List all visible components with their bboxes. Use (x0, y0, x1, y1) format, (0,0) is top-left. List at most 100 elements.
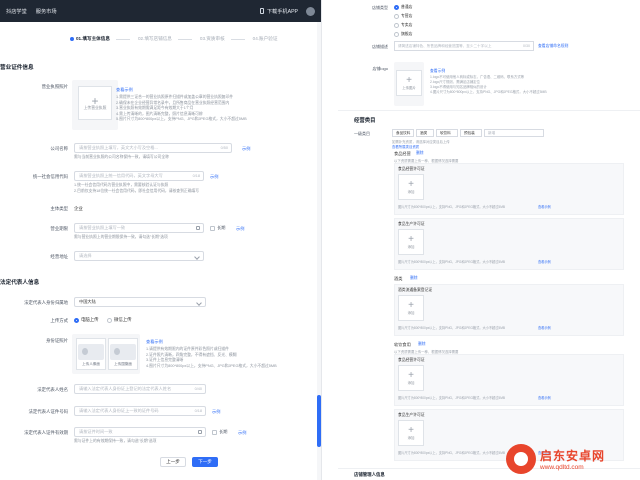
store-desc-input[interactable]: 请简述店铺特色、所售品牌和经营范围等，至少二十字以上 0/30 (394, 41, 534, 51)
qual-upload-button[interactable]: + 添加 (398, 420, 424, 446)
legal-name-label: 法定代表人姓名 (37, 387, 68, 392)
company-hint: 需与当前营业执照的公司名称保持一致，请填写公司全称 (74, 155, 169, 159)
store-info-form: 店铺类型 普通店 专营店 专卖店 旗舰店 店铺描述 请简述店铺特色、所售品牌和经… (338, 0, 640, 480)
period-hint: 需与营业执照上的营业期限保持一致，请勾选"长期"选项 (74, 235, 168, 239)
period-example-link[interactable]: 示例 (236, 226, 244, 232)
category-select-1[interactable]: 食品饮料 (392, 129, 414, 137)
license-photo-label: 营业执照照片 (41, 84, 68, 89)
category-select-4[interactable]: 预包装 (460, 129, 482, 137)
qual-example-link[interactable]: 查看示例 (538, 204, 551, 209)
checkbox-icon (210, 225, 215, 231)
scrollbar-thumb[interactable] (317, 395, 321, 447)
company-example-link[interactable]: 示例 (242, 146, 250, 152)
address-select[interactable]: 请选择 (74, 251, 204, 261)
group2-title: 酒类 (394, 276, 403, 281)
radio-icon (394, 32, 399, 37)
store-type-specialty-radio[interactable]: 专营店 (394, 14, 412, 19)
watermark-text: 启东安卓网 www.qdltd.com (540, 447, 605, 471)
qual-note: 图片尺寸为800*800px以上，支持PNG、JPG和JPEG格式，大小不超过5… (398, 260, 505, 264)
category-qual-link[interactable]: 查看所属类目资质 (392, 144, 419, 149)
prev-step-button[interactable]: 上一步 (160, 457, 186, 467)
radio-icon (394, 23, 399, 28)
store-type-exclusive-radio[interactable]: 专卖店 (394, 23, 412, 28)
logo-upload-button[interactable]: + 上传图片 (396, 70, 422, 96)
store-naming-rules-link[interactable]: 查看店铺命名规则 (538, 44, 568, 49)
site-watermark: 启东安卓网 www.qdltd.com (506, 440, 638, 478)
qual-note: 图片尺寸为800*800px以上，支持PNG、JPG和JPEG格式，大小不超过5… (398, 326, 505, 330)
category-select-2[interactable]: 酒类 (416, 129, 434, 137)
legal-section-title: 法定代表人信息 (0, 280, 40, 286)
legal-validity-input[interactable]: 请按证件时间一致 (74, 427, 206, 437)
logo-rules: 1.logo不可使用他人商标或标志，广告语、二维码、联系方式等 2.logo尺寸… (430, 75, 547, 94)
group1-title: 食品经营 (394, 151, 411, 156)
license-upload-button[interactable]: + 上传营业执照 (78, 86, 112, 120)
next-step-button[interactable]: 下一步 (192, 457, 218, 467)
qual-upload-button[interactable]: + 添加 (398, 365, 424, 391)
id-photo-label: 身份证照片 (46, 338, 68, 343)
group1-delete-link[interactable]: 删除 (416, 151, 424, 156)
logo-example-link[interactable]: 查看示例 (430, 69, 445, 74)
phone-icon (259, 8, 264, 14)
upload-method-label: 上传方式 (50, 318, 68, 323)
step-3: 03.资质审核 (172, 36, 225, 42)
validity-long-checkbox[interactable]: 长期 (212, 429, 227, 435)
credit-example-link[interactable]: 示例 (210, 174, 218, 180)
step-2: 02.填写店铺信息 (110, 36, 172, 42)
company-name-label: 公司名称 (50, 146, 68, 151)
upload-method-wechat-radio[interactable]: 微信上传 (107, 317, 132, 323)
qual-example-link[interactable]: 查看示例 (538, 259, 551, 264)
qual-card-title: 食品经营许可证 (398, 358, 425, 362)
idno-example-link[interactable]: 示例 (212, 409, 220, 415)
store-type-flagship-radio[interactable]: 旗舰店 (394, 32, 412, 37)
qual-example-link[interactable]: 查看示例 (538, 395, 551, 400)
download-app-link[interactable]: 下载手机APP (259, 8, 298, 15)
page: 抖店学堂 服务市场 下载手机APP 01.填写主体信息 02.填写店铺信息 03… (0, 0, 640, 480)
business-period-input[interactable]: 请按营业执照上填写一致 (74, 223, 204, 233)
legal-idno-input[interactable]: 请输入法定代表人身份证上一致的证件号码 0/18 (74, 406, 206, 416)
legal-region-select[interactable]: 中国大陆 (74, 297, 206, 307)
avatar[interactable] (306, 6, 315, 16)
validity-hint: 需与证件上的有效期保持一致，请勾选"长期"选项 (74, 439, 157, 443)
qual-upload-button[interactable]: + 添加 (398, 174, 424, 200)
id-back-upload[interactable]: 上传国徽面 (108, 338, 138, 370)
validity-example-link[interactable]: 示例 (238, 430, 246, 436)
qual-upload-button[interactable]: + 添加 (398, 229, 424, 255)
credit-code-input[interactable]: 请按营业执照上统一信用代码，英文字母大写 0/18 (74, 171, 204, 181)
id-example-link[interactable]: 查看示例 (146, 339, 163, 345)
qual-card-title: 食品生产许可证 (398, 413, 425, 417)
address-label: 经营地址 (50, 254, 68, 259)
top-navbar: 抖店学堂 服务市场 下载手机APP (0, 0, 321, 22)
calendar-icon (196, 226, 200, 230)
watermark-line1: 启东安卓网 (540, 449, 606, 463)
qual-example-link[interactable]: 查看示例 (538, 325, 551, 330)
credit-hint: 1.统一社会信用代码为营业执照中，需要核验认证与执照 2.目前仅支持18位统一社… (74, 183, 200, 193)
plus-icon: + (408, 369, 414, 381)
license-example-link[interactable]: 查看示例 (116, 87, 133, 93)
store-type-regular-radio[interactable]: 普通店 (394, 5, 412, 10)
id-front-upload[interactable]: 上传人像面 (76, 338, 106, 370)
divider (338, 110, 640, 111)
category-add-select[interactable]: 新增 (484, 129, 544, 137)
group3-delete-link[interactable]: 删除 (418, 342, 426, 347)
legal-idno-label: 法定代表人证件号码 (28, 409, 68, 414)
period-long-checkbox[interactable]: 长期 (210, 225, 225, 231)
store-desc-label: 店铺描述 (372, 44, 388, 49)
nav-link-academy[interactable]: 抖店学堂 (6, 8, 27, 15)
id-card-back-icon (110, 344, 136, 360)
group2-delete-link[interactable]: 删除 (410, 276, 418, 281)
radio-icon (394, 14, 399, 19)
upload-method-pc-radio[interactable]: 电脑上传 (74, 317, 99, 323)
store-type-label: 店铺类型 (372, 5, 388, 10)
company-name-input[interactable]: 请按营业执照上填写，英文大小写及空格... 0/50 (74, 143, 232, 153)
subject-type-value: 企业 (74, 206, 83, 211)
business-period-label: 营业期限 (50, 226, 68, 231)
qual-card-title: 食品生产许可证 (398, 222, 425, 226)
radio-checked-icon (74, 317, 79, 323)
category-select-3[interactable]: 软饮料 (436, 129, 458, 137)
qual-upload-button[interactable]: + 添加 (398, 295, 424, 321)
nav-link-service-market[interactable]: 服务市场 (36, 8, 57, 15)
plus-icon: + (408, 178, 414, 190)
legal-name-input[interactable]: 请输入法定代表人身份证上登记的法定代表人姓名 0/40 (74, 384, 206, 394)
step-dot-icon (70, 37, 74, 41)
radio-icon (107, 317, 112, 323)
